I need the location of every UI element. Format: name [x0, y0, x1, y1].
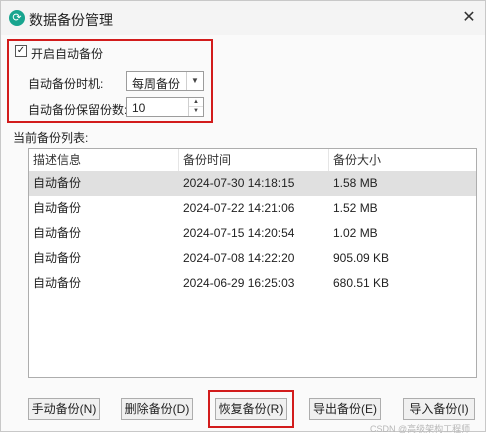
cell-desc: 自动备份	[33, 276, 82, 290]
cell-time: 2024-06-29 16:25:03	[183, 276, 295, 290]
timing-select[interactable]: 每周备份 ▼	[126, 71, 204, 91]
cell-time: 2024-07-30 14:18:15	[183, 176, 295, 190]
timing-value: 每周备份	[132, 77, 181, 91]
auto-backup-label: 开启自动备份	[31, 47, 104, 61]
cell-desc: 自动备份	[33, 176, 82, 190]
retain-label: 自动备份保留份数:	[28, 103, 128, 117]
import-backup-button[interactable]: 导入备份(I)	[403, 398, 475, 420]
column-header-desc[interactable]: 描述信息	[29, 149, 179, 171]
auto-backup-checkbox[interactable]: ✓	[15, 45, 27, 57]
spinner-buttons: ▲ ▼	[188, 98, 203, 116]
cell-desc: 自动备份	[33, 201, 82, 215]
cell-size: 680.51 KB	[333, 276, 390, 290]
export-backup-button[interactable]: 导出备份(E)	[309, 398, 381, 420]
timing-label: 自动备份时机:	[28, 77, 104, 91]
backup-dialog: ⟳ 数据备份管理 ✕ ✓ 开启自动备份 自动备份时机: 每周备份 ▼ 自动备份保…	[0, 0, 486, 432]
spin-up-icon[interactable]: ▲	[189, 98, 203, 107]
table-row[interactable]: 自动备份 2024-07-08 14:22:20 905.09 KB	[29, 246, 476, 271]
manual-backup-button[interactable]: 手动备份(N)	[28, 398, 100, 420]
chevron-down-icon[interactable]: ▼	[186, 72, 203, 90]
column-header-size[interactable]: 备份大小	[329, 149, 476, 171]
cell-time: 2024-07-22 14:21:06	[183, 201, 295, 215]
table-row[interactable]: 自动备份 2024-07-30 14:18:15 1.58 MB	[29, 171, 476, 196]
backup-list-caption: 当前备份列表:	[13, 131, 89, 145]
spin-down-icon[interactable]: ▼	[189, 107, 203, 116]
table-row[interactable]: 自动备份 2024-07-15 14:20:54 1.02 MB	[29, 221, 476, 246]
cell-time: 2024-07-15 14:20:54	[183, 226, 295, 240]
table-row[interactable]: 自动备份 2024-07-22 14:21:06 1.52 MB	[29, 196, 476, 221]
backup-list[interactable]: 描述信息 备份时间 备份大小 自动备份 2024-07-30 14:18:15 1.…	[28, 148, 477, 378]
close-icon[interactable]: ✕	[459, 8, 479, 28]
list-header: 描述信息 备份时间 备份大小	[29, 149, 476, 172]
cell-desc: 自动备份	[33, 251, 82, 265]
checkmark-icon: ✓	[16, 45, 26, 56]
restore-backup-button[interactable]: 恢复备份(R)	[215, 398, 287, 420]
retain-count-value: 10	[132, 101, 146, 115]
title-bar: ⟳ 数据备份管理 ✕	[1, 1, 485, 35]
watermark: CSDN @高级架构工程师	[370, 424, 471, 434]
table-row[interactable]: 自动备份 2024-06-29 16:25:03 680.51 KB	[29, 271, 476, 296]
cell-desc: 自动备份	[33, 226, 82, 240]
window-title: 数据备份管理	[29, 12, 113, 28]
cell-size: 1.52 MB	[333, 201, 378, 215]
retain-count-spinner[interactable]: 10 ▲ ▼	[126, 97, 204, 117]
app-logo-icon: ⟳	[9, 10, 25, 26]
cell-size: 905.09 KB	[333, 251, 390, 265]
cell-size: 1.02 MB	[333, 226, 378, 240]
column-header-time[interactable]: 备份时间	[179, 149, 329, 171]
cell-size: 1.58 MB	[333, 176, 378, 190]
delete-backup-button[interactable]: 删除备份(D)	[121, 398, 193, 420]
cell-time: 2024-07-08 14:22:20	[183, 251, 295, 265]
